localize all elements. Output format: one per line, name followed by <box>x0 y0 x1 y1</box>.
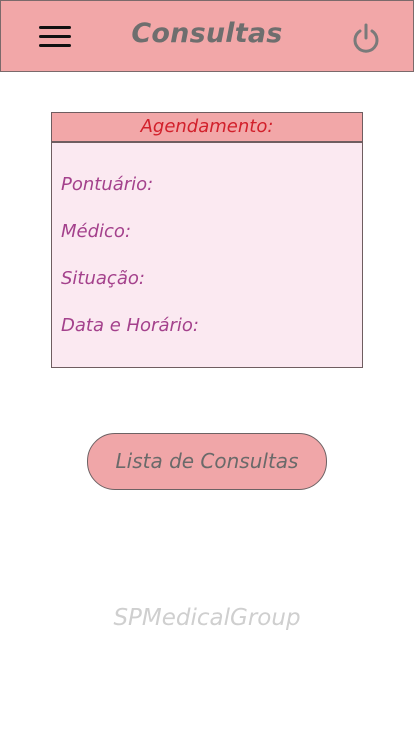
list-consultations-button[interactable]: Lista de Consultas <box>87 433 327 490</box>
record-number-label: Pontuário: <box>61 174 154 195</box>
appointment-card-title: Agendamento: <box>52 113 362 143</box>
power-icon-svg <box>353 23 379 53</box>
doctor-label: Médico: <box>61 221 132 242</box>
date-time-label: Data e Horário: <box>61 315 199 336</box>
brand-name: SPMedicalGroup <box>113 605 301 631</box>
appointment-card: Agendamento: Pontuário: Médico: Situação… <box>51 112 363 368</box>
top-app-bar: Consultas <box>0 0 414 72</box>
app-screen: Consultas Agendamento: Pontuário: Médico… <box>0 0 414 736</box>
status-label: Situação: <box>61 268 145 289</box>
power-icon[interactable] <box>350 21 382 55</box>
appointment-details: Pontuário: Médico: Situação: Data e Horá… <box>52 143 362 361</box>
